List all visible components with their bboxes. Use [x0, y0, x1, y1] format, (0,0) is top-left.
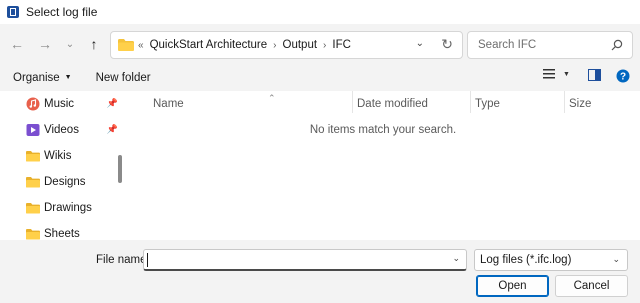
breadcrumb-quickstart-architecture[interactable]: QuickStart Architecture — [150, 39, 268, 51]
open-button[interactable]: Open — [476, 275, 549, 297]
breadcrumb-output[interactable]: Output — [283, 39, 318, 51]
sidebar-item-label: Sheets — [44, 228, 80, 240]
cancel-button-label: Cancel — [573, 280, 610, 292]
sidebar-item-wikis[interactable]: Wikis — [26, 147, 118, 165]
music-icon — [26, 97, 40, 111]
new-folder-button[interactable]: New folder — [96, 72, 151, 84]
title-bar: Select log file — [0, 0, 640, 24]
navigation-bar: ← → ⌄ ↑ « QuickStart Architecture › Outp… — [0, 24, 640, 64]
column-header-date-modified[interactable]: Date modified — [352, 95, 470, 113]
forward-button[interactable]: → — [33, 32, 57, 56]
caret-down-icon: ▼ — [64, 74, 72, 81]
sort-ascending-icon: ⌃ — [268, 93, 276, 103]
dialog-footer: File name: ⌄ Log files (*.ifc.log) ⌄ Ope… — [0, 240, 640, 303]
breadcrumb-overflow[interactable]: « — [138, 40, 144, 51]
sidebar-item-label: Drawings — [44, 202, 92, 214]
file-type-value: Log files (*.ifc.log) — [480, 254, 572, 266]
column-size-label: Size — [569, 98, 592, 110]
sidebar-item-label: Music — [44, 98, 75, 110]
file-name-label: File name: — [96, 254, 150, 266]
folder-icon — [26, 177, 40, 188]
column-name-label: Name — [153, 98, 184, 110]
refresh-icon[interactable]: ↻ — [441, 36, 453, 53]
new-folder-label: New folder — [95, 71, 151, 84]
back-button[interactable]: ← — [5, 32, 29, 56]
preview-pane-icon — [588, 69, 601, 81]
search-input[interactable]: Search IFC — [467, 31, 633, 59]
sidebar-item-label: Videos — [44, 124, 79, 136]
arrow-left-icon: ← — [10, 36, 24, 52]
sidebar-item-designs[interactable]: Designs — [26, 173, 118, 191]
address-history-dropdown[interactable]: ⌄ — [416, 38, 424, 49]
column-header-size[interactable]: Size — [564, 95, 634, 113]
chevron-down-icon: ⌄ — [65, 38, 75, 50]
navigation-pane[interactable]: Music 📌 Videos 📌 Wikis Designs Drawings — [0, 91, 126, 240]
organise-label: Organise — [13, 71, 60, 84]
pin-icon: 📌 — [106, 98, 118, 108]
sidebar-item-music[interactable]: Music 📌 — [26, 95, 118, 113]
videos-icon — [26, 124, 40, 136]
folder-icon — [118, 39, 134, 51]
open-button-label: Open — [498, 280, 527, 292]
file-name-input[interactable]: ⌄ — [143, 249, 467, 271]
caret-down-icon: ▼ — [563, 70, 570, 78]
column-header-name[interactable]: Name ⌃ — [148, 93, 352, 113]
address-bar[interactable]: « QuickStart Architecture › Output › IFC… — [110, 31, 463, 59]
sidebar-item-sheets[interactable]: Sheets — [26, 225, 118, 240]
help-icon: ? — [616, 69, 630, 83]
sidebar-scrollbar[interactable] — [118, 155, 122, 183]
sidebar-item-drawings[interactable]: Drawings — [26, 199, 118, 217]
arrow-up-icon: ↑ — [90, 36, 98, 52]
sidebar-item-label: Designs — [44, 176, 86, 188]
up-button[interactable]: ↑ — [82, 32, 106, 56]
search-placeholder: Search IFC — [478, 39, 537, 51]
file-type-select[interactable]: Log files (*.ifc.log) ⌄ — [474, 249, 628, 271]
window-title: Select log file — [26, 5, 98, 19]
recent-locations-button[interactable]: ⌄ — [58, 32, 82, 56]
preview-pane-button[interactable] — [588, 69, 601, 81]
app-icon — [7, 6, 19, 18]
breadcrumb-ifc[interactable]: IFC — [332, 39, 351, 51]
command-bar: Organise ▼ New folder ▼ ? — [0, 64, 640, 91]
sidebar-item-videos[interactable]: Videos 📌 — [26, 121, 118, 139]
file-name-history-dropdown[interactable]: ⌄ — [452, 253, 460, 264]
chevron-down-icon: ⌄ — [612, 254, 620, 264]
organise-button[interactable]: Organise ▼ — [13, 72, 72, 84]
help-button[interactable]: ? — [616, 69, 630, 83]
list-view-icon — [543, 69, 555, 79]
cancel-button[interactable]: Cancel — [555, 275, 628, 297]
pin-icon: 📌 — [106, 124, 118, 134]
folder-icon — [26, 229, 40, 240]
column-date-label: Date modified — [357, 98, 428, 110]
column-header-type[interactable]: Type — [470, 95, 564, 113]
breadcrumb-separator: › — [273, 39, 277, 51]
folder-icon — [26, 203, 40, 214]
search-icon[interactable] — [611, 39, 623, 51]
arrow-right-icon: → — [38, 36, 52, 52]
empty-state-message: No items match your search. — [309, 124, 457, 136]
column-type-label: Type — [475, 98, 500, 110]
svg-text:?: ? — [620, 72, 626, 83]
folder-icon — [26, 151, 40, 162]
view-options-button[interactable]: ▼ — [543, 69, 570, 79]
sidebar-item-label: Wikis — [44, 150, 72, 162]
text-cursor — [147, 253, 148, 267]
file-list[interactable]: Name ⌃ Date modified Type Size No items … — [126, 91, 640, 240]
breadcrumb-separator: › — [323, 39, 327, 51]
